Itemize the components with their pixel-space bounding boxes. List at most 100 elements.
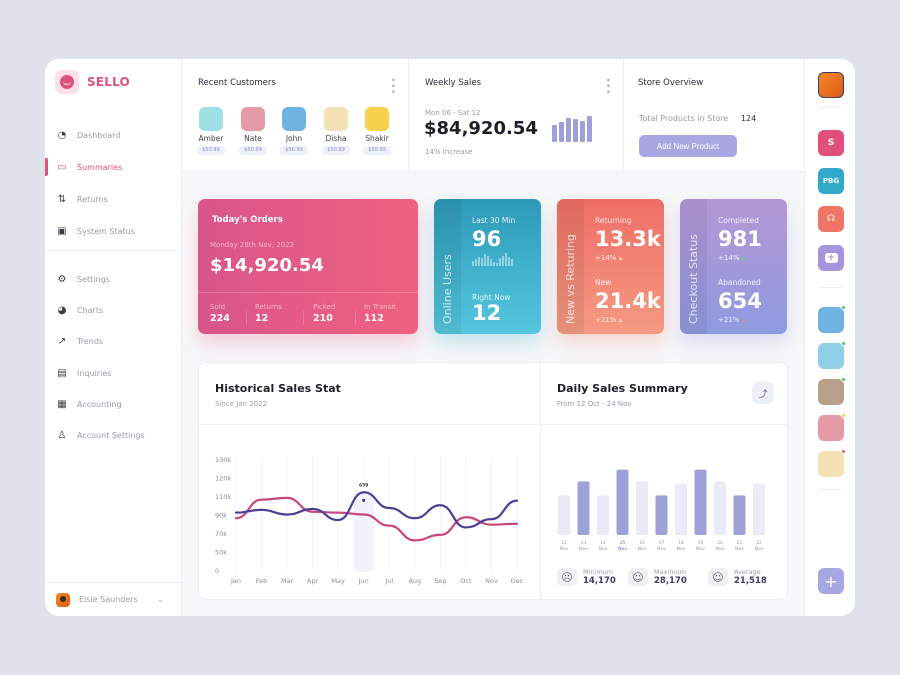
abandoned-change: +21% ▴	[718, 316, 746, 324]
sidebar-item-account-settings[interactable]: ♙ Account Settings	[45, 420, 182, 451]
x-tick-label: Sep	[434, 577, 446, 585]
bar	[714, 481, 726, 535]
order-date: Monday 28th Nov, 2022	[210, 241, 295, 249]
stat-returns: Returns 12	[255, 303, 282, 324]
nav-primary: ◔ Dashboard ▭ Summaries ⇅ Returns ▣ System S…	[45, 119, 182, 247]
customer-item[interactable]: Amber $50.99	[196, 107, 226, 155]
divider	[819, 107, 843, 108]
more-options-icon[interactable]: •••	[602, 77, 613, 95]
mini-bar	[559, 121, 564, 142]
contact-avatar[interactable]	[818, 341, 846, 369]
sidebar-item-dashboard[interactable]: ◔ Dashboard	[45, 119, 182, 151]
y-tick-label: 70k	[215, 530, 227, 538]
customer-item[interactable]: Shakir $50.99	[362, 107, 392, 155]
spark-bar	[496, 263, 498, 266]
x-tick-label: May	[331, 577, 345, 585]
support-button[interactable]: ☊	[818, 206, 844, 232]
x-tick-label: Jul	[384, 577, 393, 585]
x-tick-label: Nov	[716, 546, 725, 552]
trend-up-icon: ↗	[57, 336, 67, 347]
x-tick-label: Nov	[485, 577, 498, 585]
x-tick-label: Nov	[696, 546, 705, 552]
app-s-button[interactable]: S	[818, 130, 844, 156]
customer-item[interactable]: Disha $50.99	[321, 107, 351, 155]
sidebar-item-returns[interactable]: ⇅ Returns	[45, 183, 182, 215]
spark-bar	[481, 258, 483, 266]
sidebar-item-settings[interactable]: ⚙ Settings	[45, 263, 182, 295]
daily-sales-panel: Daily Sales Summary From 12 Oct - 24 Nov…	[540, 362, 788, 600]
contact-avatar[interactable]	[818, 413, 846, 441]
contact-avatar[interactable]	[818, 305, 846, 333]
increase-label: 14% Increase	[425, 148, 473, 156]
profile-avatar[interactable]	[818, 72, 844, 98]
panel-title: Historical Sales Stat	[215, 382, 341, 395]
sidebar-item-accounting[interactable]: ▦ Accounting	[45, 389, 182, 420]
customer-avatar	[365, 107, 389, 131]
card-title: Weekly Sales	[425, 78, 482, 88]
status-dot	[841, 305, 846, 310]
last-30-value: 96	[472, 227, 502, 251]
last-30-label: Last 30 Min	[472, 216, 516, 225]
contact-avatar[interactable]	[818, 377, 846, 405]
tooltip-value: 659	[359, 482, 368, 488]
historical-line-chart[interactable]: 0 50k 70k 90k 110k 120k 130k Jan Feb Mar Apr May Jun…	[199, 429, 540, 599]
spark-bar	[511, 259, 513, 266]
weekly-mini-chart	[552, 112, 592, 142]
sidebar-item-summaries[interactable]: ▭ Summaries	[45, 151, 182, 183]
right-rail: S PBG ☊ + +	[804, 59, 855, 616]
abandoned-label: Abandoned	[718, 278, 761, 287]
weekly-sales-card: Weekly Sales ••• Mon 06 - Sat 12 $84,920…	[409, 59, 624, 172]
card-title: Checkout Status	[687, 233, 700, 324]
y-tick-label: 110k	[215, 493, 231, 501]
new-label: New	[595, 278, 612, 287]
sidebar-item-inquiries[interactable]: ▤ Inquiries	[45, 357, 182, 389]
x-tick-label: Nov	[579, 546, 588, 552]
sidebar-item-system-status[interactable]: ▣ System Status	[45, 215, 182, 247]
sidebar-divider	[45, 250, 182, 251]
trend-chart-button[interactable]: ⤴	[752, 382, 774, 404]
online-users-card: Online Users Last 30 Min 96 Right Now 12	[434, 199, 541, 334]
x-tick-label: 20	[717, 540, 723, 546]
abandoned-value: 654	[718, 289, 762, 313]
order-amount: $14,920.54	[210, 255, 324, 276]
x-tick-label: Jun	[358, 577, 369, 585]
up-arrow-icon: ▴	[618, 254, 623, 262]
stat-sold: Sold 224	[210, 303, 230, 324]
new-value: 21.4k	[595, 289, 661, 313]
user-icon: ♙	[57, 430, 67, 441]
headset-icon: ☊	[827, 214, 835, 224]
sidebar-item-charts[interactable]: ◕ Charts	[45, 295, 182, 326]
brand-name: SELLO	[87, 75, 130, 89]
x-tick-label: Mar	[281, 577, 294, 585]
sad-face-icon: ☹	[557, 568, 577, 586]
app-pbg-button[interactable]: PBG	[818, 168, 844, 194]
user-menu[interactable]: Elsie Saunders ⌄	[45, 582, 182, 616]
customer-item[interactable]: Nate $50.99	[238, 107, 268, 155]
x-tick-label: 17	[659, 540, 665, 546]
x-tick-label: 18	[678, 540, 684, 546]
daily-bar-chart[interactable]: 12Nov13Nov14Nov15Nov16Nov17Nov18Nov19Nov…	[541, 429, 787, 564]
x-tick-label: 13	[581, 540, 587, 546]
card-title: Online Users	[441, 254, 454, 324]
x-tick-label: Nov	[638, 546, 647, 552]
chevron-down-icon: ⌄	[157, 595, 164, 604]
more-options-icon[interactable]: •••	[387, 77, 398, 95]
x-tick-label: 12	[561, 540, 567, 546]
customer-item[interactable]: John $50.99	[279, 107, 309, 155]
add-button[interactable]: +	[818, 568, 844, 594]
total-products-label: Total Products in Store	[639, 114, 729, 123]
status-dot	[841, 341, 846, 346]
x-tick-label: Nov	[560, 546, 569, 552]
contact-avatar[interactable]	[818, 449, 846, 477]
neutral-face-icon: ☺	[708, 568, 728, 586]
x-tick-label: 16	[639, 540, 645, 546]
completed-change: +14% ▴	[718, 254, 746, 262]
cards-icon: ▦	[57, 399, 67, 410]
spark-bar	[505, 253, 507, 266]
chat-button[interactable]: +	[818, 245, 844, 271]
sidebar-item-trends[interactable]: ↗ Trends	[45, 326, 182, 357]
returning-value: 13.3k	[595, 227, 661, 251]
add-new-product-button[interactable]: Add New Product	[639, 135, 737, 157]
up-arrow-icon: ▴	[741, 316, 746, 324]
x-tick-label: Nov	[755, 546, 764, 552]
